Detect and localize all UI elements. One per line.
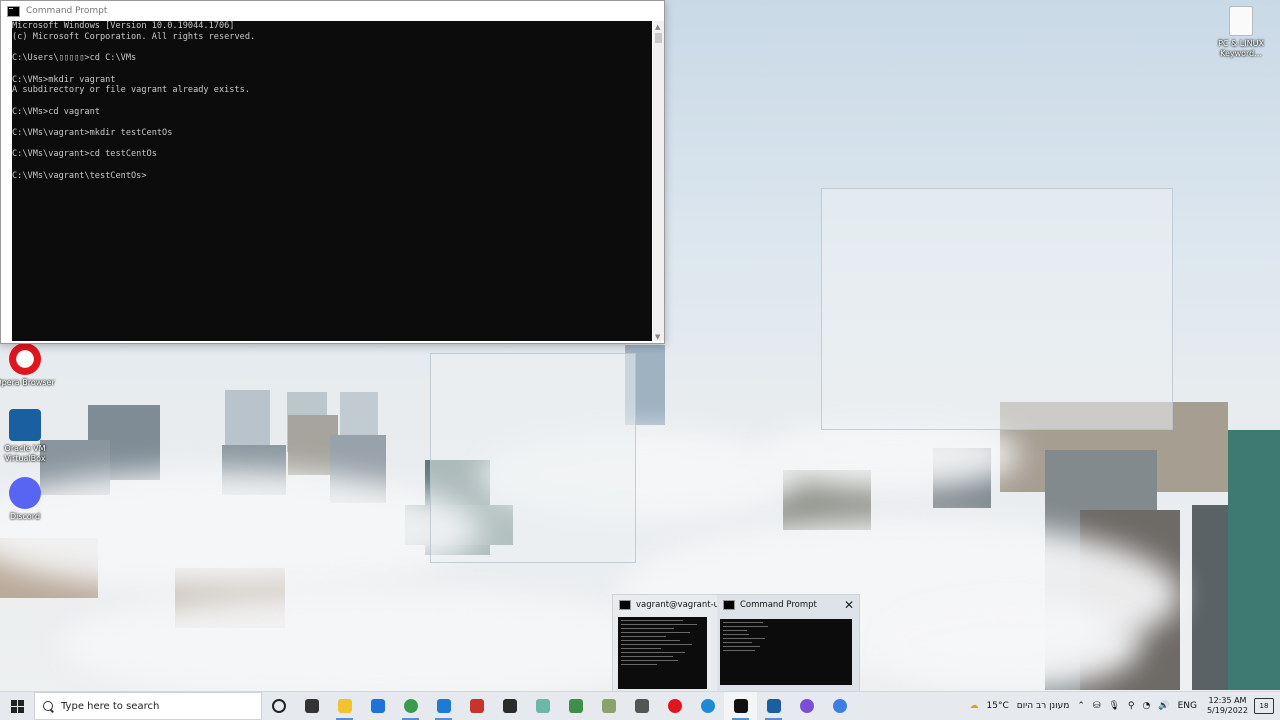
virtualbox-icon: [9, 409, 41, 441]
taskbar-button-virtualbox[interactable]: [757, 692, 790, 720]
desktop-icon-discord[interactable]: Discord: [0, 477, 55, 522]
usb-icon[interactable]: ⚲: [1128, 701, 1135, 711]
app-terminal-icon: [502, 699, 517, 713]
virtualbox-icon: [766, 699, 781, 713]
taskbar-button-file-explorer[interactable]: [328, 692, 361, 720]
taskbar-button-app-terminal[interactable]: [493, 692, 526, 720]
preview-thumbnail: [618, 617, 707, 689]
opera-icon: [9, 343, 41, 375]
preview-title: Command Prompt: [740, 600, 817, 610]
document-icon: [1229, 6, 1253, 36]
microphone-icon[interactable]: 🎙: [1108, 701, 1119, 711]
preview-command-prompt[interactable]: Command Prompt ✕: [717, 595, 859, 693]
clock-date: 5/19/2022: [1206, 706, 1248, 715]
task-view-icon: [304, 699, 319, 713]
scroll-thumb[interactable]: [655, 33, 662, 43]
console-text: Microsoft Windows [Version 10.0.19044.17…: [12, 21, 256, 181]
clock[interactable]: 12:35 AM 5/19/2022: [1207, 696, 1248, 716]
desktop-icon-opera[interactable]: Opera Browser: [0, 343, 55, 388]
ghost-window-left: [430, 353, 636, 563]
command-prompt-icon: [723, 600, 735, 610]
show-hidden-icons[interactable]: ⌃: [1077, 701, 1085, 711]
search-box[interactable]: Type here to search: [34, 692, 262, 720]
chrome-icon: [403, 699, 418, 713]
taskbar-button-chrome-alt[interactable]: [823, 692, 856, 720]
vscode-icon: [436, 699, 451, 713]
wifi-icon[interactable]: ◔: [1142, 701, 1150, 711]
clock-time: 12:35 AM: [1208, 696, 1247, 705]
desktop-icon-document[interactable]: PC & LINUX Keyword...: [1211, 6, 1271, 59]
system-tray: ☁ 15°C מעונן רב היום ⌃ ⛁ 🎙 ⚲ ◔ 🔊 ENG 12:…: [966, 692, 1280, 720]
opera-icon: [667, 699, 682, 713]
command-prompt-icon: [7, 5, 20, 17]
taskbar-button-app-pen[interactable]: [592, 692, 625, 720]
windows-icon: [10, 699, 24, 713]
file-explorer-icon: [337, 699, 352, 713]
preview-vagrant-ssh[interactable]: vagrant@vagrant-u...: [613, 595, 727, 693]
weather-temp[interactable]: 15°C: [987, 701, 1009, 711]
desktop-icon-virtualbox[interactable]: Oracle VM VirtualBox: [0, 409, 55, 464]
taskbar-button-app-map[interactable]: [559, 692, 592, 720]
ghost-window-right: [821, 188, 1173, 430]
scroll-down-icon[interactable]: ▼: [655, 333, 660, 341]
taskbar-button-task-view[interactable]: [295, 692, 328, 720]
taskbar-button-app-red[interactable]: [460, 692, 493, 720]
language-indicator[interactable]: ENG: [1178, 701, 1197, 711]
scroll-up-icon[interactable]: ▲: [655, 23, 660, 31]
notification-center-icon[interactable]: 18: [1254, 698, 1274, 714]
preview-title: vagrant@vagrant-u...: [636, 600, 728, 610]
taskbar-preview-popup: vagrant@vagrant-u... Command Prompt ✕: [612, 594, 860, 694]
command-prompt-icon: [733, 699, 748, 713]
taskbar-button-command-prompt[interactable]: [724, 692, 757, 720]
volume-icon[interactable]: 🔊: [1158, 701, 1169, 711]
app-map-icon: [568, 699, 583, 713]
taskbar-button-app-purple[interactable]: [790, 692, 823, 720]
taskbar: Type here to search ☁ 15°C מעונן רב היום…: [0, 691, 1280, 720]
window-titlebar[interactable]: Command Prompt: [1, 1, 664, 21]
start-button[interactable]: [0, 692, 34, 720]
discord-icon: [9, 477, 41, 509]
cortana-icon: [271, 699, 286, 713]
terminal-icon: [619, 600, 631, 610]
command-prompt-window[interactable]: Command Prompt Microsoft Windows [Versio…: [0, 0, 665, 344]
taskbar-apps: [262, 692, 856, 720]
console-output[interactable]: Microsoft Windows [Version 10.0.19044.17…: [12, 21, 652, 341]
taskbar-button-opera[interactable]: [658, 692, 691, 720]
network-icon[interactable]: ⛁: [1093, 701, 1101, 711]
taskbar-button-edge[interactable]: [691, 692, 724, 720]
app-red-icon: [469, 699, 484, 713]
taskbar-button-chrome[interactable]: [394, 692, 427, 720]
close-icon[interactable]: ✕: [844, 599, 854, 611]
app-purple-icon: [799, 699, 814, 713]
taskbar-button-calculator[interactable]: [625, 692, 658, 720]
vertical-scrollbar[interactable]: ▲ ▼: [653, 21, 664, 341]
window-title: Command Prompt: [26, 6, 108, 16]
taskbar-button-mail[interactable]: [361, 692, 394, 720]
preview-thumbnail: [720, 619, 852, 685]
search-icon: [43, 701, 53, 711]
taskbar-button-app-green[interactable]: [526, 692, 559, 720]
mail-icon: [370, 699, 385, 713]
edge-icon: [700, 699, 715, 713]
weather-icon[interactable]: ☁: [970, 701, 979, 711]
app-green-icon: [535, 699, 550, 713]
search-placeholder: Type here to search: [61, 700, 160, 712]
app-pen-icon: [601, 699, 616, 713]
calculator-icon: [634, 699, 649, 713]
taskbar-button-cortana[interactable]: [262, 692, 295, 720]
chrome-alt-icon: [832, 699, 847, 713]
taskbar-button-vscode[interactable]: [427, 692, 460, 720]
weather-text[interactable]: מעונן רב היום: [1017, 701, 1070, 711]
